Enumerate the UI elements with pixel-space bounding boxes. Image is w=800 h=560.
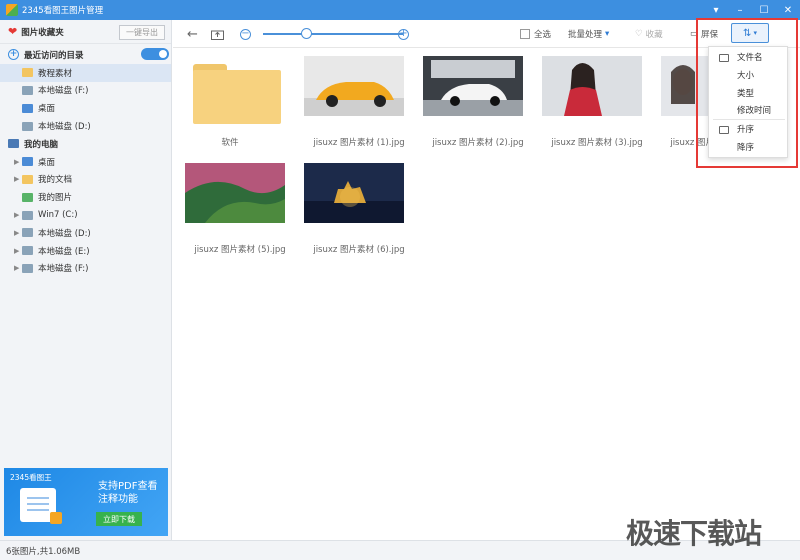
expand-arrow-icon[interactable]: ▶ xyxy=(14,247,22,255)
file-name: jisuxz 图片素材 (3).jpg xyxy=(551,138,643,148)
folder-icon xyxy=(193,64,281,124)
thumbnail-image xyxy=(304,56,404,116)
thumbnail-image xyxy=(423,56,523,116)
ad-text: 支持PDF查看 注释功能 xyxy=(98,480,157,506)
recent-item-disk-f[interactable]: 本地磁盘 (F:) xyxy=(0,82,171,100)
checkbox-icon xyxy=(520,29,530,39)
window-title: 2345看图王图片管理 xyxy=(22,6,104,16)
tree-item-label: 我的文档 xyxy=(38,175,73,186)
maximize-button[interactable]: ☐ xyxy=(752,0,776,20)
ad-line-2: 注释功能 xyxy=(98,494,138,505)
file-name: jisuxz 图片素材 (1).jpg xyxy=(313,138,405,148)
recent-item-desktop[interactable]: 桌面 xyxy=(0,99,171,117)
chevron-down-icon: ▾ xyxy=(605,29,610,39)
desktop-icon xyxy=(22,103,33,113)
tree-item-label: 本地磁盘 (D:) xyxy=(38,228,91,239)
disk-icon xyxy=(22,85,33,95)
zoom-slider[interactable] xyxy=(263,33,403,35)
window-controls: ▾ – ☐ ✕ xyxy=(704,0,800,20)
disk-icon xyxy=(22,210,33,220)
sidebar: ❤ 图片收藏夹 一键导出 + 最近访问的目录 教程素材 本地磁盘 (F:) 桌面… xyxy=(0,20,172,540)
ad-line-1: 支持PDF查看 xyxy=(98,481,158,492)
desktop-icon xyxy=(22,157,33,167)
disk-icon xyxy=(22,228,33,238)
my-computer-header[interactable]: 我的电脑 xyxy=(0,135,171,153)
ad-brand: 2345看图王 xyxy=(10,473,52,482)
download-now-button[interactable]: 立即下载 xyxy=(96,512,142,526)
favorite-button[interactable]: ♡ 收藏 xyxy=(635,27,663,41)
tree-item-disk-d[interactable]: ▶ 本地磁盘 (D:) xyxy=(0,224,171,242)
add-icon: + xyxy=(8,49,19,61)
zoom-out-button[interactable]: − xyxy=(240,27,251,41)
recent-item-label: 本地磁盘 (F:) xyxy=(38,86,89,97)
recent-item-disk-d[interactable]: 本地磁盘 (D:) xyxy=(0,117,171,135)
expand-arrow-icon[interactable]: ▶ xyxy=(14,264,22,272)
tree-item-label: 本地磁盘 (F:) xyxy=(38,264,89,275)
expand-arrow-icon[interactable]: ▶ xyxy=(14,175,22,183)
tree-item-disk-e[interactable]: ▶ 本地磁盘 (E:) xyxy=(0,242,171,260)
export-button[interactable]: 一键导出 xyxy=(119,25,165,40)
tree-item-desktop[interactable]: ▶ 桌面 xyxy=(0,153,171,171)
file-name: jisuxz 图片素材 (6).jpg xyxy=(313,245,405,255)
tree-item-label: 本地磁盘 (E:) xyxy=(38,246,90,257)
badge-icon xyxy=(50,512,62,524)
folder-icon xyxy=(22,174,33,184)
thumbnail-image xyxy=(542,56,642,116)
my-computer-title: 我的电脑 xyxy=(24,139,59,150)
tree-item-label: 我的图片 xyxy=(38,193,73,204)
tree-item-pictures[interactable]: 我的图片 xyxy=(0,188,171,206)
recent-dirs-title: 最近访问的目录 xyxy=(24,50,84,61)
disk-icon xyxy=(22,263,33,273)
app-logo-icon xyxy=(6,4,18,16)
close-button[interactable]: ✕ xyxy=(776,0,800,20)
batch-label: 批量处理 xyxy=(568,30,603,40)
thumbnail-image xyxy=(304,163,404,223)
tree-item-label: Win7 (C:) xyxy=(38,210,78,221)
minimize-button[interactable]: – xyxy=(728,0,752,20)
computer-icon xyxy=(8,139,19,149)
expand-arrow-icon[interactable]: ▶ xyxy=(14,229,22,237)
recent-dirs-toggle[interactable] xyxy=(141,48,169,60)
dropdown-menu-button[interactable]: ▾ xyxy=(704,0,728,20)
recent-item-label: 本地磁盘 (D:) xyxy=(38,122,91,133)
status-text: 6张图片,共1.06MB xyxy=(6,546,81,557)
select-all-checkbox[interactable]: 全选 xyxy=(520,27,551,41)
file-name: 软件 xyxy=(221,138,239,148)
recent-item-tutorial[interactable]: 教程素材 xyxy=(0,63,171,82)
favorites-title: 图片收藏夹 xyxy=(21,27,64,38)
select-all-label: 全选 xyxy=(534,30,552,40)
ad-banner[interactable]: 2345看图王 支持PDF查看 注释功能 立即下载 xyxy=(4,468,168,536)
back-arrow-icon[interactable]: ← xyxy=(187,27,198,42)
plus-icon: + xyxy=(398,28,409,40)
favorite-label: 收藏 xyxy=(645,30,663,40)
disk-icon xyxy=(22,121,33,131)
minus-icon: − xyxy=(240,28,251,40)
zoom-slider-handle[interactable] xyxy=(301,28,312,39)
tree-item-disk-f[interactable]: ▶ 本地磁盘 (F:) xyxy=(0,260,171,278)
expand-arrow-icon[interactable]: ▶ xyxy=(14,211,22,219)
title-bar: 2345看图王图片管理 ▾ – ☐ ✕ xyxy=(0,0,800,20)
recent-item-label: 教程素材 xyxy=(38,68,73,79)
expand-arrow-icon[interactable]: ▶ xyxy=(14,158,22,166)
file-name: jisuxz 图片素材 (2).jpg xyxy=(432,138,524,148)
tree-item-documents[interactable]: ▶ 我的文档 xyxy=(0,171,171,189)
favorites-header[interactable]: ❤ 图片收藏夹 一键导出 xyxy=(0,20,171,44)
watermark: 极速下载站 xyxy=(626,517,762,550)
batch-process-button[interactable]: 批量处理 ▾ xyxy=(568,27,609,41)
heart-outline-icon: ♡ xyxy=(635,29,643,39)
folder-icon xyxy=(22,68,33,78)
recent-item-label: 桌面 xyxy=(38,104,56,115)
file-name: jisuxz 图片素材 (5).jpg xyxy=(194,245,286,255)
tree-item-disk-c[interactable]: ▶ Win7 (C:) xyxy=(0,206,171,224)
disk-icon xyxy=(22,246,33,256)
highlight-box xyxy=(696,18,798,168)
tree-item-label: 桌面 xyxy=(38,157,56,168)
upload-folder-icon[interactable] xyxy=(211,27,224,41)
heart-icon: ❤ xyxy=(8,25,18,38)
picture-icon xyxy=(22,192,33,202)
thumbnail-image xyxy=(185,163,285,223)
zoom-in-button[interactable]: + xyxy=(398,27,409,41)
